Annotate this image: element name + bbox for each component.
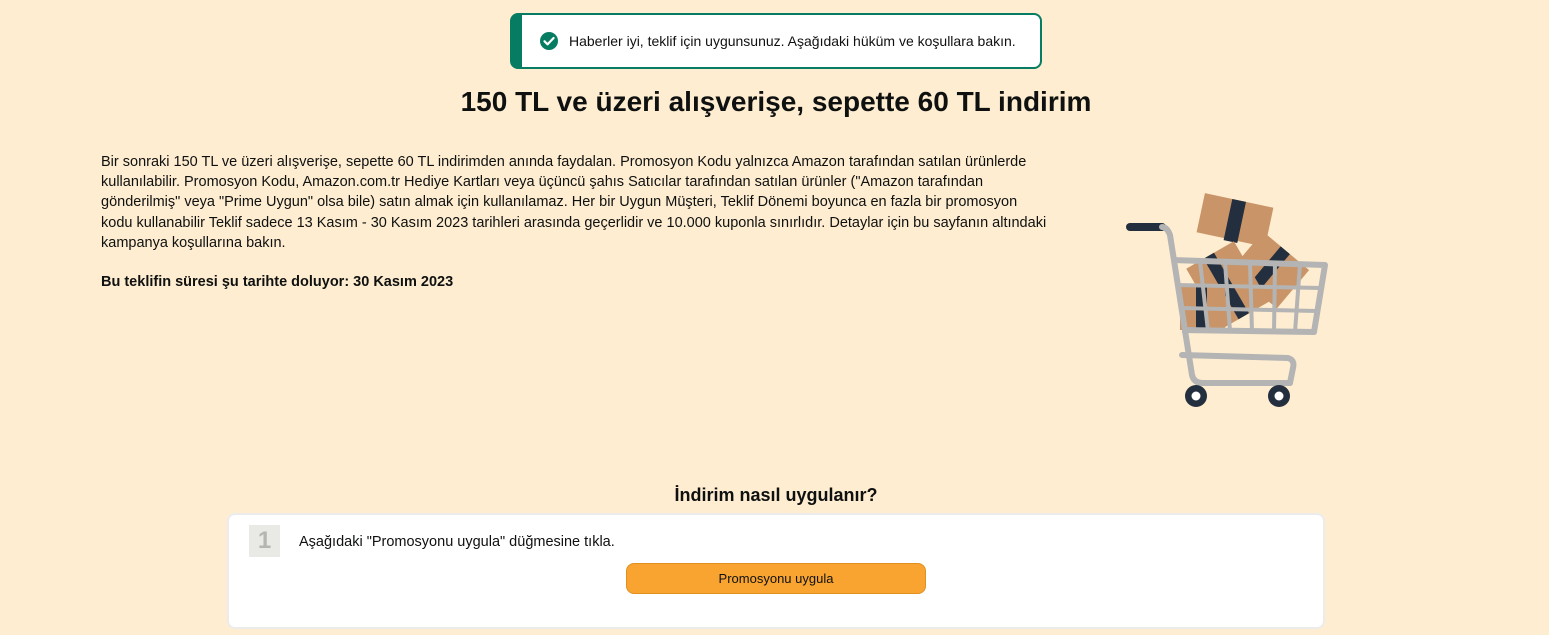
step-number: 1: [249, 525, 280, 557]
apply-promotion-button[interactable]: Promosyonu uygula: [626, 563, 926, 594]
step-text: Aşağıdaki "Promosyonu uygula" düğmesine …: [299, 534, 615, 550]
check-circle-icon: [539, 31, 559, 51]
offer-description: Bir sonraki 150 TL ve üzeri alışverişe, …: [101, 154, 1047, 251]
shopping-cart-illustration: [1126, 193, 1328, 407]
page-title: 150 TL ve üzeri alışverişe, sepette 60 T…: [460, 86, 1092, 117]
eligibility-notice: Haberler iyi, teklif için uygunsunuz. Aş…: [510, 13, 1042, 69]
steps-card: 1 Aşağıdaki "Promosyonu uygula" düğmesin…: [227, 513, 1325, 629]
offer-expiry: Bu teklifin süresi şu tarihte doluyor: 3…: [101, 274, 454, 290]
how-to-title: İndirim nasıl uygulanır?: [674, 485, 878, 505]
notice-text: Haberler iyi, teklif için uygunsunuz. Aş…: [569, 33, 1016, 49]
